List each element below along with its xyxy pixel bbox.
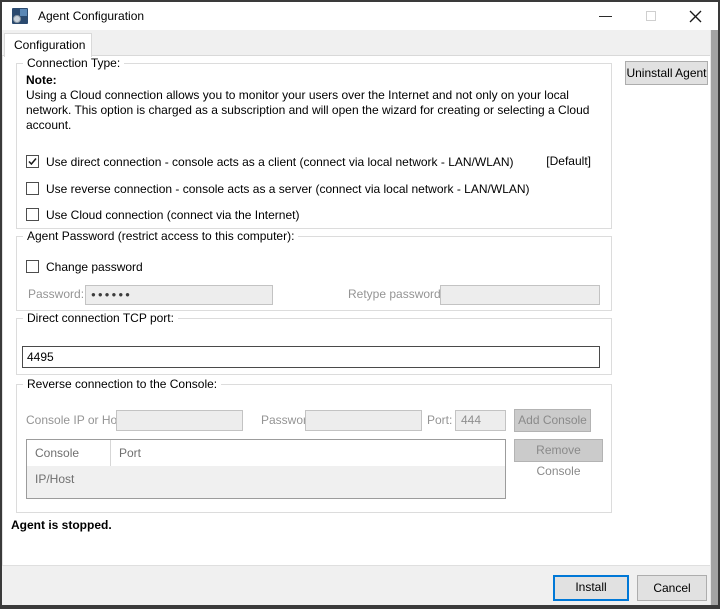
window-title: Agent Configuration <box>38 9 144 23</box>
reverse-connection-legend: Reverse connection to the Console: <box>23 377 221 391</box>
minimize-icon <box>599 16 612 17</box>
agent-password-group: Agent Password (restrict access to this … <box>16 236 612 311</box>
note-text: Using a Cloud connection allows you to m… <box>26 88 610 133</box>
reverse-connection-label: Use reverse connection - console acts as… <box>46 182 530 196</box>
reverse-connection-group: Reverse connection to the Console: Conso… <box>16 384 612 513</box>
password-label: Password: <box>28 287 84 301</box>
reverse-connection-checkbox[interactable] <box>26 182 39 195</box>
note-heading: Note: <box>26 73 57 87</box>
cancel-button[interactable]: Cancel <box>637 575 707 601</box>
option-direct-connection[interactable]: Use direct connection - console acts as … <box>26 154 514 169</box>
window-right-frame <box>710 30 718 605</box>
console-port-label: Port: <box>427 413 452 427</box>
change-password-label: Change password <box>46 260 143 274</box>
minimize-button[interactable] <box>583 2 628 30</box>
add-console-button: Add Console <box>514 409 591 432</box>
cloud-connection-label: Use Cloud connection (connect via the In… <box>46 208 299 222</box>
password-field: ●●●●●● <box>85 285 273 305</box>
maximize-icon <box>646 11 656 21</box>
connection-type-legend: Connection Type: <box>23 56 124 70</box>
title-bar[interactable]: Agent Configuration <box>2 2 718 30</box>
agent-password-legend: Agent Password (restrict access to this … <box>23 229 298 243</box>
default-tag: [Default] <box>546 154 591 169</box>
maximize-button <box>628 2 673 30</box>
window-controls <box>583 2 718 30</box>
console-list-body <box>27 466 505 498</box>
option-reverse-connection[interactable]: Use reverse connection - console acts as… <box>26 181 530 196</box>
console-port-field: 444 <box>455 410 506 431</box>
option-cloud-connection[interactable]: Use Cloud connection (connect via the In… <box>26 207 299 222</box>
agent-status-text: Agent is stopped. <box>11 518 112 532</box>
console-password-field <box>305 410 422 431</box>
console-port-value: 444 <box>456 411 505 430</box>
uninstall-agent-button[interactable]: Uninstall Agent <box>625 61 708 85</box>
retype-password-label: Retype password: <box>348 287 444 301</box>
tab-configuration[interactable]: Configuration <box>4 33 92 57</box>
checkmark-icon <box>27 156 38 167</box>
direct-port-group: Direct connection TCP port: 4495 <box>16 318 612 375</box>
app-icon <box>12 8 28 24</box>
direct-port-legend: Direct connection TCP port: <box>23 311 178 325</box>
console-host-field <box>116 410 243 431</box>
change-password-row[interactable]: Change password <box>26 259 143 274</box>
close-icon <box>689 10 702 23</box>
password-value: ●●●●●● <box>86 286 272 304</box>
console-list-table: Console IP/Host Port <box>26 439 506 499</box>
connection-type-group: Connection Type: Note: Using a Cloud con… <box>16 63 612 229</box>
install-button[interactable]: Install <box>553 575 629 601</box>
close-button[interactable] <box>673 2 718 30</box>
retype-password-field <box>440 285 600 305</box>
console-host-column-header[interactable]: Console IP/Host <box>27 440 111 466</box>
direct-connection-label: Use direct connection - console acts as … <box>46 155 514 169</box>
tcp-port-input[interactable]: 4495 <box>22 346 600 368</box>
console-list-header: Console IP/Host Port <box>27 440 505 466</box>
direct-connection-checkbox[interactable] <box>26 155 39 168</box>
console-port-column-header[interactable]: Port <box>111 440 141 466</box>
remove-console-button: Remove Console <box>514 439 603 462</box>
tab-strip <box>2 30 710 56</box>
cloud-connection-checkbox[interactable] <box>26 208 39 221</box>
change-password-checkbox[interactable] <box>26 260 39 273</box>
console-host-label: Console IP or Host: <box>26 413 130 427</box>
agent-configuration-window: Agent Configuration Configuration Uninst… <box>0 0 720 609</box>
